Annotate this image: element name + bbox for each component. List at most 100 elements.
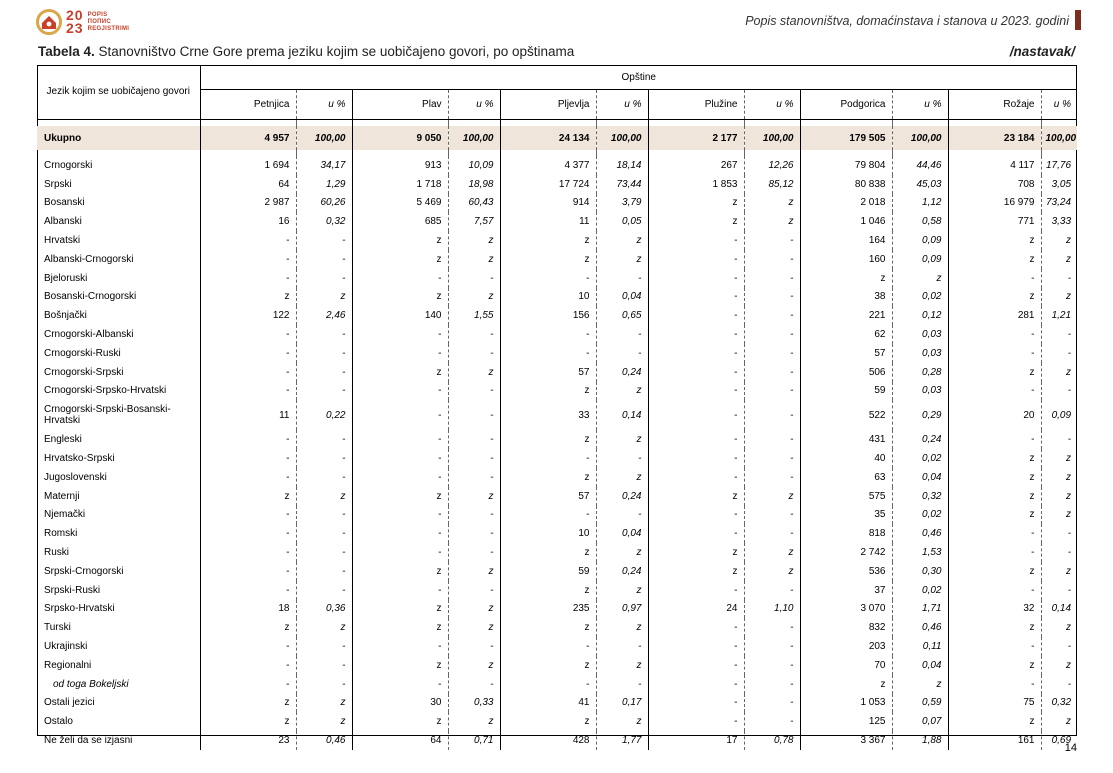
count-cell: 3 367: [800, 731, 893, 750]
percent-cell: -: [596, 325, 649, 344]
percent-cell: 7,57: [448, 212, 501, 232]
count-cell: -: [948, 543, 1042, 562]
percent-cell: 45,03: [892, 174, 949, 194]
percent-cell: -: [744, 231, 801, 250]
percent-cell: -: [744, 430, 801, 450]
percent-cell: -: [448, 580, 501, 600]
language-label: Bošnjački: [37, 306, 201, 326]
percent-cell: 0,59: [892, 693, 949, 713]
percent-cell: z: [596, 543, 649, 562]
count-cell: -: [500, 268, 597, 288]
percent-cell: 100,00: [892, 126, 949, 150]
percent-cell: 0,46: [892, 618, 949, 638]
count-cell: -: [200, 580, 297, 600]
percent-cell: -: [596, 674, 649, 694]
percent-cell: 3,33: [1051, 216, 1072, 228]
count-cell: -: [352, 268, 449, 288]
percent-cell: -: [296, 580, 353, 600]
language-label: Romski: [37, 524, 201, 544]
count-cell: 914: [500, 193, 597, 213]
percent-cell: -: [1067, 584, 1072, 596]
percent-cell: 0,65: [596, 306, 649, 326]
percent-cell: -: [744, 712, 801, 732]
language-label: od toga Bokeljski: [37, 674, 201, 694]
table-row: Bosanski 2 987 60,26 5 469 60,43 914 3,79 z z 2 0…: [37, 193, 1077, 213]
count-cell: -: [648, 400, 745, 431]
count-cell: z: [352, 655, 449, 675]
count-cell: z: [200, 287, 297, 307]
count-cell: 10: [500, 524, 597, 544]
language-label: Crnogorski-Srpski: [37, 362, 201, 382]
percent-cell: z: [596, 381, 649, 401]
percent-cell: -: [1067, 347, 1072, 359]
count-cell: -: [948, 268, 1042, 288]
language-label: Crnogorski-Srpsko-Hrvatski: [37, 381, 201, 401]
count-cell: -: [948, 325, 1042, 344]
count-cell: z: [500, 430, 597, 450]
count-cell: 75: [948, 693, 1042, 713]
count-cell: 40: [800, 449, 893, 468]
count-cell: -: [648, 693, 745, 713]
publication-title: Popis stanovništva, domaćinstava i stano…: [745, 14, 1069, 28]
percent-cell: z: [296, 618, 353, 638]
percent-cell: 0,03: [892, 343, 949, 363]
count-cell: z: [352, 287, 449, 307]
percent-cell: 0,46: [296, 731, 353, 750]
percent-cell: -: [448, 430, 501, 450]
table-row: Crnogorski-Srpsko-Hrvatski - - - - z z - -59 0,03…: [37, 381, 1077, 401]
percent-cell: 0,04: [596, 524, 649, 544]
count-cell: -: [500, 325, 597, 344]
language-label: Srpski-Ruski: [37, 580, 201, 600]
count-cell: -: [200, 325, 297, 344]
count-cell: 708: [948, 174, 1042, 194]
count-cell: 10: [500, 287, 597, 307]
percent-cell: -: [1067, 329, 1072, 341]
percent-cell: z: [448, 561, 501, 581]
language-label: Maternji: [37, 486, 201, 506]
count-cell: 771: [948, 212, 1042, 232]
count-cell: z: [948, 287, 1042, 307]
percent-cell: -: [744, 693, 801, 713]
percent-header: u %: [596, 89, 649, 120]
count-cell: z: [500, 618, 597, 638]
percent-cell: -: [296, 637, 353, 656]
count-cell: 35: [800, 505, 893, 525]
percent-cell: 0,02: [892, 580, 949, 600]
count-cell: -: [200, 231, 297, 250]
count-cell: -: [352, 325, 449, 344]
percent-cell: z: [1066, 366, 1072, 378]
count-cell: -: [648, 430, 745, 450]
count-cell: 79 804: [800, 156, 893, 175]
percent-cell: -: [596, 449, 649, 468]
count-cell: -: [500, 505, 597, 525]
percent-cell: 0,03: [892, 325, 949, 344]
percent-header: u %: [892, 89, 949, 120]
percent-cell: z: [1066, 490, 1072, 502]
percent-cell: 0,02: [892, 449, 949, 468]
percent-cell: -: [744, 505, 801, 525]
percent-cell: -: [1067, 528, 1072, 540]
count-cell: 267: [648, 156, 745, 175]
count-cell: z: [200, 712, 297, 732]
table-row: Crnogorski 1 694 34,17 913 10,09 4 377 18,14 26…: [37, 156, 1077, 175]
percent-cell: -: [296, 505, 353, 525]
count-cell: z: [948, 231, 1042, 250]
count-cell: -: [352, 449, 449, 468]
language-label: Crnogorski-Albanski: [37, 325, 201, 344]
count-cell: -: [352, 543, 449, 562]
count-cell: -: [200, 674, 297, 694]
count-cell: -: [648, 655, 745, 675]
percent-cell: 0,32: [892, 486, 949, 506]
percent-cell: 0,24: [892, 430, 949, 450]
percent-cell: z: [448, 231, 501, 250]
percent-cell: -: [744, 325, 801, 344]
municipality-header: Podgorica: [800, 89, 893, 120]
percent-cell: z: [1066, 453, 1072, 465]
percent-cell: z: [744, 543, 801, 562]
percent-cell: -: [744, 618, 801, 638]
count-cell: 16 979: [948, 193, 1042, 213]
count-cell: 20: [948, 400, 1042, 431]
count-cell: 11: [500, 212, 597, 232]
table-row: Hrvatski - - z z z z - -164 0,09 z z: [37, 231, 1077, 250]
percent-cell: 0,14: [1051, 603, 1072, 615]
